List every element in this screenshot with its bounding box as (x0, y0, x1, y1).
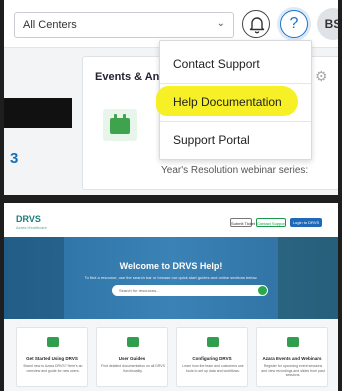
dark-panel (4, 98, 72, 128)
book-icon (127, 337, 139, 347)
tile-desc: Brand new to Azara DRVS? Here's an overv… (23, 364, 83, 373)
menu-item-contact-support[interactable]: Contact Support (160, 45, 311, 83)
event-snippet: Year's Resolution webinar series: (161, 165, 309, 176)
menu-item-help-documentation[interactable]: Help Documentation (156, 83, 311, 121)
help-button[interactable]: ? (280, 10, 308, 38)
login-button[interactable]: Login to DRVS (290, 218, 322, 227)
calendar-icon (103, 109, 137, 141)
submit-ticket-button[interactable]: Submit Ticket (230, 218, 255, 227)
tile-title: Azara Events and Webinars (262, 356, 322, 361)
help-site-nav: DRVS Azara Healthcare Submit Ticket Cont… (4, 203, 338, 237)
hero-title: Welcome to DRVS Help! (119, 261, 223, 271)
tile-events-webinars[interactable]: Azara Events and Webinars Register for u… (256, 327, 328, 387)
tile-configuring[interactable]: Configuring DRVS Learn how the team and … (176, 327, 248, 387)
tile-title: Configuring DRVS (192, 356, 232, 361)
logo[interactable]: DRVS Azara Healthcare (16, 214, 47, 230)
app-dashboard-screenshot: All Centers ⌄ ? BS 3 Events & An ⚙ Year'… (4, 0, 338, 195)
config-icon (207, 337, 219, 347)
stat-number: 3 (10, 150, 19, 167)
help-site-screenshot: DRVS Azara Healthcare Submit Ticket Cont… (4, 203, 338, 391)
notifications-button[interactable] (242, 10, 270, 38)
tile-title: Get Started Using DRVS (26, 356, 78, 361)
logo-tagline: Azara Healthcare (16, 225, 47, 230)
logo-text: DRVS (16, 214, 41, 224)
tile-desc: Register for upcoming event sessions and… (261, 364, 325, 377)
hero-subtitle: To find a resource, use the search bar o… (84, 275, 258, 280)
tiles-section: Get Started Using DRVS Brand new to Azar… (4, 319, 338, 391)
chevron-down-icon: ⌄ (216, 18, 225, 29)
screenshot-collage: All Centers ⌄ ? BS 3 Events & An ⚙ Year'… (0, 0, 342, 391)
menu-item-support-portal[interactable]: Support Portal (160, 121, 311, 159)
search-placeholder: Search for resources... (119, 288, 160, 293)
hero-banner: Welcome to DRVS Help! To find a resource… (4, 237, 338, 319)
tile-user-guides[interactable]: User Guides Find detailed documentation … (96, 327, 168, 387)
tile-desc: Find detailed documentation on all DRVS … (101, 364, 165, 373)
monitor-icon (287, 337, 299, 347)
question-mark-icon: ? (289, 15, 299, 32)
avatar[interactable]: BS (317, 8, 338, 40)
center-select[interactable]: All Centers ⌄ (14, 12, 234, 38)
bell-icon (249, 17, 265, 34)
center-select-value: All Centers (23, 19, 77, 31)
menu-item-label: Support Portal (173, 133, 250, 147)
tile-title: User Guides (118, 356, 146, 361)
tile-desc: Learn how the team and customers use too… (182, 364, 244, 373)
events-card-title: Events & An (95, 71, 160, 83)
search-input[interactable]: Search for resources... (112, 285, 268, 296)
menu-item-label: Help Documentation (173, 95, 282, 109)
tile-get-started[interactable]: Get Started Using DRVS Brand new to Azar… (16, 327, 88, 387)
gear-icon[interactable]: ⚙ (315, 69, 329, 83)
search-icon[interactable] (258, 286, 267, 295)
help-dropdown-menu: Contact Support Help Documentation Suppo… (156, 40, 312, 160)
contact-support-button[interactable]: Contact Support (256, 218, 286, 227)
rocket-icon (47, 337, 59, 347)
menu-item-label: Contact Support (173, 57, 260, 71)
